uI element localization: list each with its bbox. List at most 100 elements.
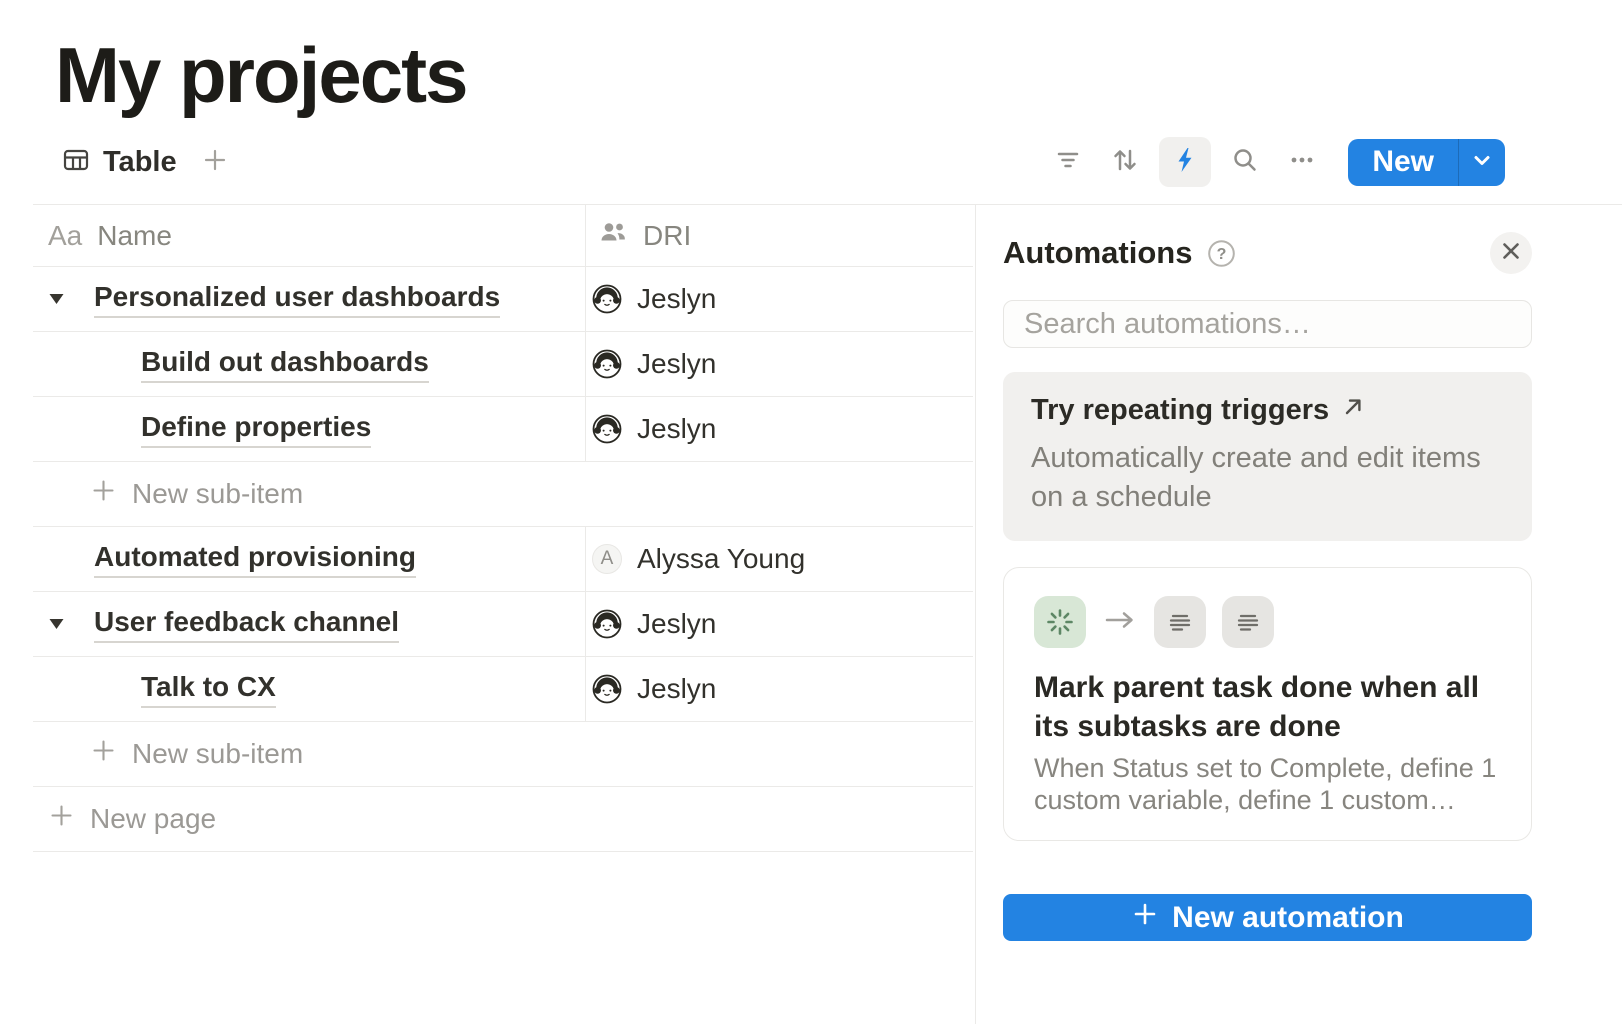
avatar xyxy=(592,349,622,379)
automations-button[interactable] xyxy=(1159,137,1211,187)
svg-text:?: ? xyxy=(1217,246,1227,263)
promo-description: Automatically create and edit items on a… xyxy=(1031,439,1504,517)
view-tab-label: Table xyxy=(103,146,177,179)
dri-name: Jeslyn xyxy=(637,608,716,640)
people-icon xyxy=(598,217,628,254)
dri-cell[interactable]: Jeslyn xyxy=(585,332,973,396)
action-label: New page xyxy=(90,803,216,835)
column-header-label: Name xyxy=(97,220,172,252)
jeslyn-avatar-illustration xyxy=(592,674,622,704)
jeslyn-avatar-illustration xyxy=(592,284,622,314)
text-type-icon: Aa xyxy=(48,220,82,252)
page-link[interactable]: Build out dashboards xyxy=(141,345,429,384)
search-button[interactable] xyxy=(1222,139,1268,185)
help-icon[interactable]: ? xyxy=(1206,238,1237,269)
view-tab-table[interactable]: Table xyxy=(62,146,177,179)
dri-name: Jeslyn xyxy=(637,413,716,445)
toggle-icon[interactable] xyxy=(47,292,69,307)
new-automation-label: New automation xyxy=(1172,901,1404,935)
trigger-icon xyxy=(1034,596,1086,648)
more-icon xyxy=(1285,143,1319,182)
dri-cell[interactable]: Jeslyn xyxy=(585,657,973,721)
new-button-label: New xyxy=(1372,145,1434,179)
page-link[interactable]: Define properties xyxy=(141,410,371,449)
page-link[interactable]: Talk to CX xyxy=(141,670,276,709)
avatar xyxy=(592,674,622,704)
name-cell: Define properties xyxy=(33,397,585,461)
avatar: A xyxy=(592,544,622,574)
table-row[interactable]: Personalized user dashboards Jeslyn xyxy=(33,267,973,332)
avatar xyxy=(592,414,622,444)
table-row[interactable]: Build out dashboards Jeslyn xyxy=(33,332,973,397)
close-icon xyxy=(1499,239,1523,268)
panel-divider xyxy=(975,204,976,1024)
toggle-icon[interactable] xyxy=(47,617,69,632)
new-dropdown-button[interactable] xyxy=(1458,139,1505,186)
dri-name: Jeslyn xyxy=(637,283,716,315)
page-title: My projects xyxy=(55,30,466,121)
letter-avatar: A xyxy=(592,544,622,574)
jeslyn-avatar-illustration xyxy=(592,349,622,379)
table-header-row: Aa Name DRI xyxy=(33,205,973,267)
automation-card[interactable]: Mark parent task done when all its subta… xyxy=(1003,567,1532,841)
action-label: New sub-item xyxy=(132,478,303,510)
edit-property-icon xyxy=(1222,596,1274,648)
promo-card[interactable]: Try repeating triggers Automatically cre… xyxy=(1003,372,1532,541)
name-cell: User feedback channel xyxy=(33,592,585,656)
new-button[interactable]: New xyxy=(1348,139,1458,186)
automation-description: When Status set to Complete, define 1 cu… xyxy=(1034,752,1501,816)
more-button[interactable] xyxy=(1279,139,1325,185)
search-input[interactable] xyxy=(1003,300,1532,348)
column-header-label: DRI xyxy=(643,220,691,252)
table-action-row[interactable]: New sub-item xyxy=(33,722,973,787)
close-button[interactable] xyxy=(1490,232,1532,274)
new-automation-button[interactable]: New automation xyxy=(1003,894,1532,941)
table-action-row[interactable]: New sub-item xyxy=(33,462,973,527)
page-link[interactable]: Automated provisioning xyxy=(94,540,416,579)
plus-icon xyxy=(200,145,230,180)
column-header-dri[interactable]: DRI xyxy=(585,205,973,266)
column-header-name[interactable]: Aa Name xyxy=(33,205,585,266)
dri-cell[interactable]: A Alyssa Young xyxy=(585,527,973,591)
table-view-icon xyxy=(62,146,90,179)
name-cell: Personalized user dashboards xyxy=(33,267,585,331)
name-cell: Talk to CX xyxy=(33,657,585,721)
dri-name: Jeslyn xyxy=(637,348,716,380)
dri-name: Alyssa Young xyxy=(637,543,805,575)
page-link[interactable]: Personalized user dashboards xyxy=(94,280,500,319)
chevron-down-icon xyxy=(1470,148,1494,177)
table-rows: Personalized user dashboards Jeslyn Buil… xyxy=(33,267,973,852)
edit-property-icon xyxy=(1154,596,1206,648)
dri-cell[interactable]: Jeslyn xyxy=(585,592,973,656)
table-row[interactable]: Define properties Jeslyn xyxy=(33,397,973,462)
filter-button[interactable] xyxy=(1045,139,1091,185)
dri-cell[interactable]: Jeslyn xyxy=(585,397,973,461)
dri-cell[interactable]: Jeslyn xyxy=(585,267,973,331)
table-row[interactable]: User feedback channel Jeslyn xyxy=(33,592,973,657)
dri-name: Jeslyn xyxy=(637,673,716,705)
lightning-icon xyxy=(1170,145,1200,180)
arrow-right-icon xyxy=(1102,607,1138,638)
external-arrow-icon xyxy=(1341,394,1366,427)
name-cell: Build out dashboards xyxy=(33,332,585,396)
panel-header: Automations ? xyxy=(1003,232,1532,274)
view-bar: Table xyxy=(62,137,233,187)
automations-panel: Automations ? Try repeating triggers Aut… xyxy=(1003,204,1532,941)
search-icon xyxy=(1229,144,1261,181)
add-view-button[interactable] xyxy=(197,144,233,180)
jeslyn-avatar-illustration xyxy=(592,609,622,639)
table-row[interactable]: Talk to CX Jeslyn xyxy=(33,657,973,722)
projects-table: Aa Name DRI Personalized user dashboards… xyxy=(33,205,973,852)
new-button-group: New xyxy=(1348,139,1505,186)
plus-icon xyxy=(90,477,117,511)
page-link[interactable]: User feedback channel xyxy=(94,605,399,644)
promo-title: Try repeating triggers xyxy=(1031,394,1329,427)
sort-button[interactable] xyxy=(1102,139,1148,185)
sort-icon xyxy=(1109,144,1141,181)
table-action-row[interactable]: New page xyxy=(33,787,973,852)
name-cell: Automated provisioning xyxy=(33,527,585,591)
plus-icon xyxy=(48,802,75,836)
table-row[interactable]: Automated provisioning A Alyssa Young xyxy=(33,527,973,592)
filter-icon xyxy=(1052,144,1084,181)
automation-icons xyxy=(1034,596,1501,648)
